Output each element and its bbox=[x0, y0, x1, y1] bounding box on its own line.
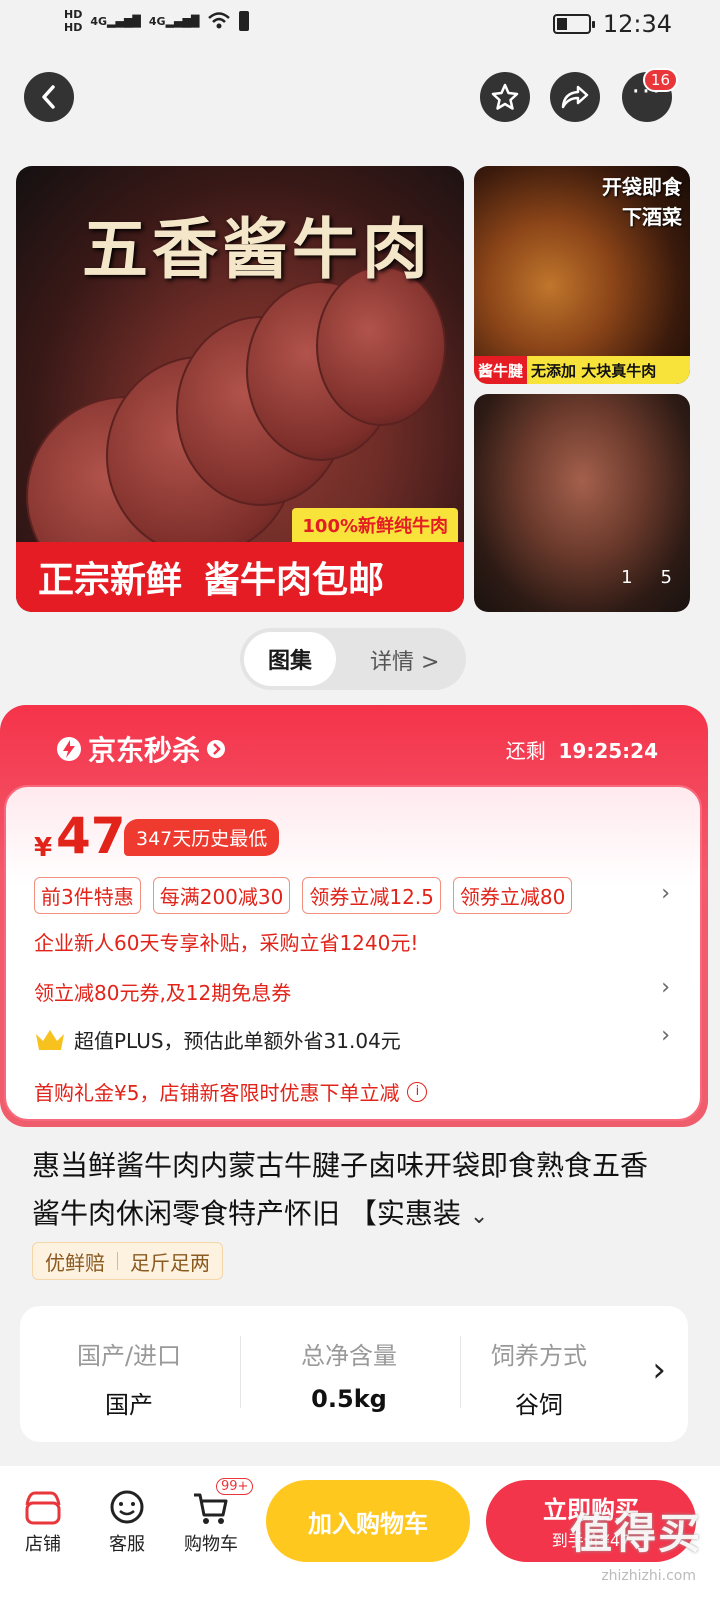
gallery-thumbnail-2[interactable]: 1 5 bbox=[474, 394, 690, 612]
tab-gallery[interactable]: 图集 bbox=[244, 632, 336, 686]
spec-card[interactable]: 国产/进口 国产 总净含量 0.5kg 饲养方式 谷饲 › bbox=[20, 1306, 688, 1442]
alert-icon bbox=[239, 11, 250, 31]
watermark-logo: 值得买 bbox=[569, 1509, 702, 1558]
add-to-cart-button[interactable]: 加入购物车 bbox=[266, 1480, 470, 1562]
signal-icon: 4G▂▄▆█ bbox=[148, 14, 200, 28]
spec-item: 总净含量 0.5kg bbox=[244, 1336, 454, 1413]
spec-value: 谷饲 bbox=[515, 1391, 563, 1419]
signal-icon: 4G▂▄▆█ bbox=[90, 14, 141, 28]
product-title-text: 惠当鲜酱牛肉内蒙古牛腱子卤味开袋即食熟食五香酱牛肉休闲零食特产怀旧 【实惠装 bbox=[32, 1149, 649, 1230]
gallery-detail-switch: 图集 详情 > bbox=[240, 628, 466, 690]
shop-label: 店铺 bbox=[25, 1534, 61, 1555]
lightning-icon bbox=[57, 737, 81, 761]
cart-badge: 99+ bbox=[216, 1478, 254, 1495]
flash-sale-title[interactable]: 京东秒杀 bbox=[56, 729, 226, 769]
lowest-price-badge: 347天历史最低 bbox=[124, 819, 280, 856]
message-badge: 16 bbox=[642, 68, 678, 92]
chevron-right-icon[interactable]: › bbox=[661, 1023, 670, 1048]
currency-symbol: ¥ bbox=[34, 833, 53, 863]
chevron-right-icon[interactable]: › bbox=[652, 1350, 666, 1390]
watermark-site: zhizhizhi.com bbox=[601, 1568, 696, 1584]
battery-icon bbox=[552, 14, 595, 34]
hd-label: HD bbox=[64, 8, 83, 21]
back-button[interactable] bbox=[24, 72, 74, 122]
image-banner: 正宗新鲜 酱牛肉包邮 bbox=[16, 542, 464, 612]
guarantee-tags[interactable]: 优鲜赔 足斤足两 bbox=[32, 1242, 223, 1280]
price-card: ¥ 47 347天历史最低 前3件特惠 每满200减30 领券立减12.5 领券… bbox=[4, 785, 702, 1121]
enterprise-subsidy: 企业新人60天专享补贴，采购立省1240元! bbox=[34, 931, 419, 955]
caption-line: 下酒菜 bbox=[622, 205, 682, 229]
product-title[interactable]: 惠当鲜酱牛肉内蒙古牛腱子卤味开袋即食熟食五香酱牛肉休闲零食特产怀旧 【实惠装 ⌄ bbox=[32, 1142, 672, 1241]
flash-sale-label: 京东秒杀 bbox=[88, 734, 201, 767]
chevron-down-icon[interactable]: ⌄ bbox=[470, 1204, 488, 1229]
spec-item: 饲养方式 谷饲 bbox=[464, 1336, 614, 1420]
promo-tag[interactable]: 每满200减30 bbox=[152, 877, 291, 914]
countdown-time: 19:25:24 bbox=[558, 739, 659, 763]
shop-icon bbox=[25, 1491, 61, 1525]
first-buy-text: 首购礼金¥5，店铺新客限时优惠下单立减 bbox=[34, 1081, 400, 1105]
spec-key: 饲养方式 bbox=[491, 1342, 587, 1370]
customer-service-button[interactable]: 客服 bbox=[92, 1486, 162, 1556]
spec-key: 总净含量 bbox=[301, 1342, 397, 1370]
guarantee-tag: 优鲜赔 bbox=[45, 1250, 105, 1275]
chevron-right-icon[interactable]: › bbox=[661, 881, 670, 906]
divider bbox=[460, 1336, 461, 1408]
plus-line[interactable]: 超值PLUS，预估此单额外省31.04元 bbox=[34, 1025, 401, 1054]
star-icon bbox=[491, 83, 519, 110]
info-icon[interactable]: i bbox=[407, 1081, 428, 1102]
promo-tag[interactable]: 领券立减12.5 bbox=[302, 877, 441, 914]
status-bar: HD HD 4G▂▄▆█ 4G▂▄▆█ 12:34 bbox=[0, 0, 720, 50]
spec-item: 国产/进口 国产 bbox=[24, 1336, 234, 1420]
more-button[interactable]: ··· 16 bbox=[622, 68, 678, 122]
hd-label: HD bbox=[64, 21, 83, 34]
tab-details[interactable]: 详情 > bbox=[370, 644, 439, 676]
caption-line: 开袋即食 bbox=[602, 175, 682, 199]
image-badge: 100%新鲜纯牛肉 bbox=[292, 508, 458, 542]
spec-value: 国产 bbox=[105, 1391, 153, 1419]
shop-button[interactable]: 店铺 bbox=[8, 1486, 78, 1556]
favorite-button[interactable] bbox=[480, 72, 530, 122]
chevron-left-icon bbox=[42, 85, 55, 109]
guarantee-tag: 足斤足两 bbox=[130, 1250, 210, 1275]
first-buy-line[interactable]: 首购礼金¥5，店铺新客限时优惠下单立减 i bbox=[34, 1077, 428, 1106]
tag-red: 酱牛腱 bbox=[474, 356, 528, 384]
share-icon bbox=[561, 85, 589, 109]
promo-tag[interactable]: 前3件特惠 bbox=[34, 877, 141, 914]
banner-text-right: 酱牛肉包邮 bbox=[204, 560, 385, 601]
countdown: 还剩 19:25:24 bbox=[506, 735, 658, 764]
main-product-image[interactable]: 五香酱牛肉 100%新鲜纯牛肉 正宗新鲜 酱牛肉包邮 bbox=[16, 166, 464, 612]
cart-label: 购物车 bbox=[184, 1534, 238, 1555]
flash-sale-panel: 京东秒杀 还剩 19:25:24 ¥ 47 347天历史最低 前3件特惠 每满2… bbox=[0, 705, 708, 1127]
service-label: 客服 bbox=[109, 1534, 145, 1555]
gallery-pager: 1 5 bbox=[621, 567, 672, 588]
wifi-icon bbox=[208, 12, 231, 29]
chevron-right-icon[interactable]: › bbox=[661, 975, 670, 1000]
pager-current: 1 bbox=[621, 567, 633, 588]
countdown-label: 还剩 bbox=[505, 739, 546, 763]
spec-value: 0.5kg bbox=[311, 1385, 387, 1413]
price: 47 bbox=[56, 807, 126, 865]
chat-smile-icon bbox=[110, 1490, 144, 1524]
promo-tags[interactable]: 前3件特惠 每满200减30 领券立减12.5 领券立减80 bbox=[34, 877, 573, 914]
pager-total: 5 bbox=[660, 567, 672, 588]
share-button[interactable] bbox=[550, 72, 600, 122]
thumbnail-caption: 开袋即食 下酒菜 bbox=[602, 172, 682, 232]
chevron-right-circle-icon bbox=[207, 740, 226, 758]
gallery-thumbnail-1[interactable]: 开袋即食 下酒菜 酱牛腱 无添加 大块真牛肉 bbox=[474, 166, 690, 384]
cart-button[interactable]: 99+ 购物车 bbox=[176, 1478, 254, 1556]
plus-text: 超值PLUS，预估此单额外省31.04元 bbox=[74, 1029, 401, 1053]
crown-icon bbox=[36, 1029, 64, 1050]
promo-tag[interactable]: 领券立减80 bbox=[452, 877, 573, 914]
thumbnail-tag-bar: 酱牛腱 无添加 大块真牛肉 bbox=[474, 356, 690, 384]
divider bbox=[240, 1336, 241, 1408]
image-title: 五香酱牛肉 bbox=[82, 210, 432, 288]
clock: 12:34 bbox=[602, 10, 672, 38]
banner-text-left: 正宗新鲜 bbox=[38, 560, 183, 601]
spec-key: 国产/进口 bbox=[76, 1342, 182, 1370]
tag-yellow: 无添加 大块真牛肉 bbox=[531, 361, 657, 380]
coupon-line[interactable]: 领立减80元券,及12期免息券 bbox=[34, 977, 291, 1006]
